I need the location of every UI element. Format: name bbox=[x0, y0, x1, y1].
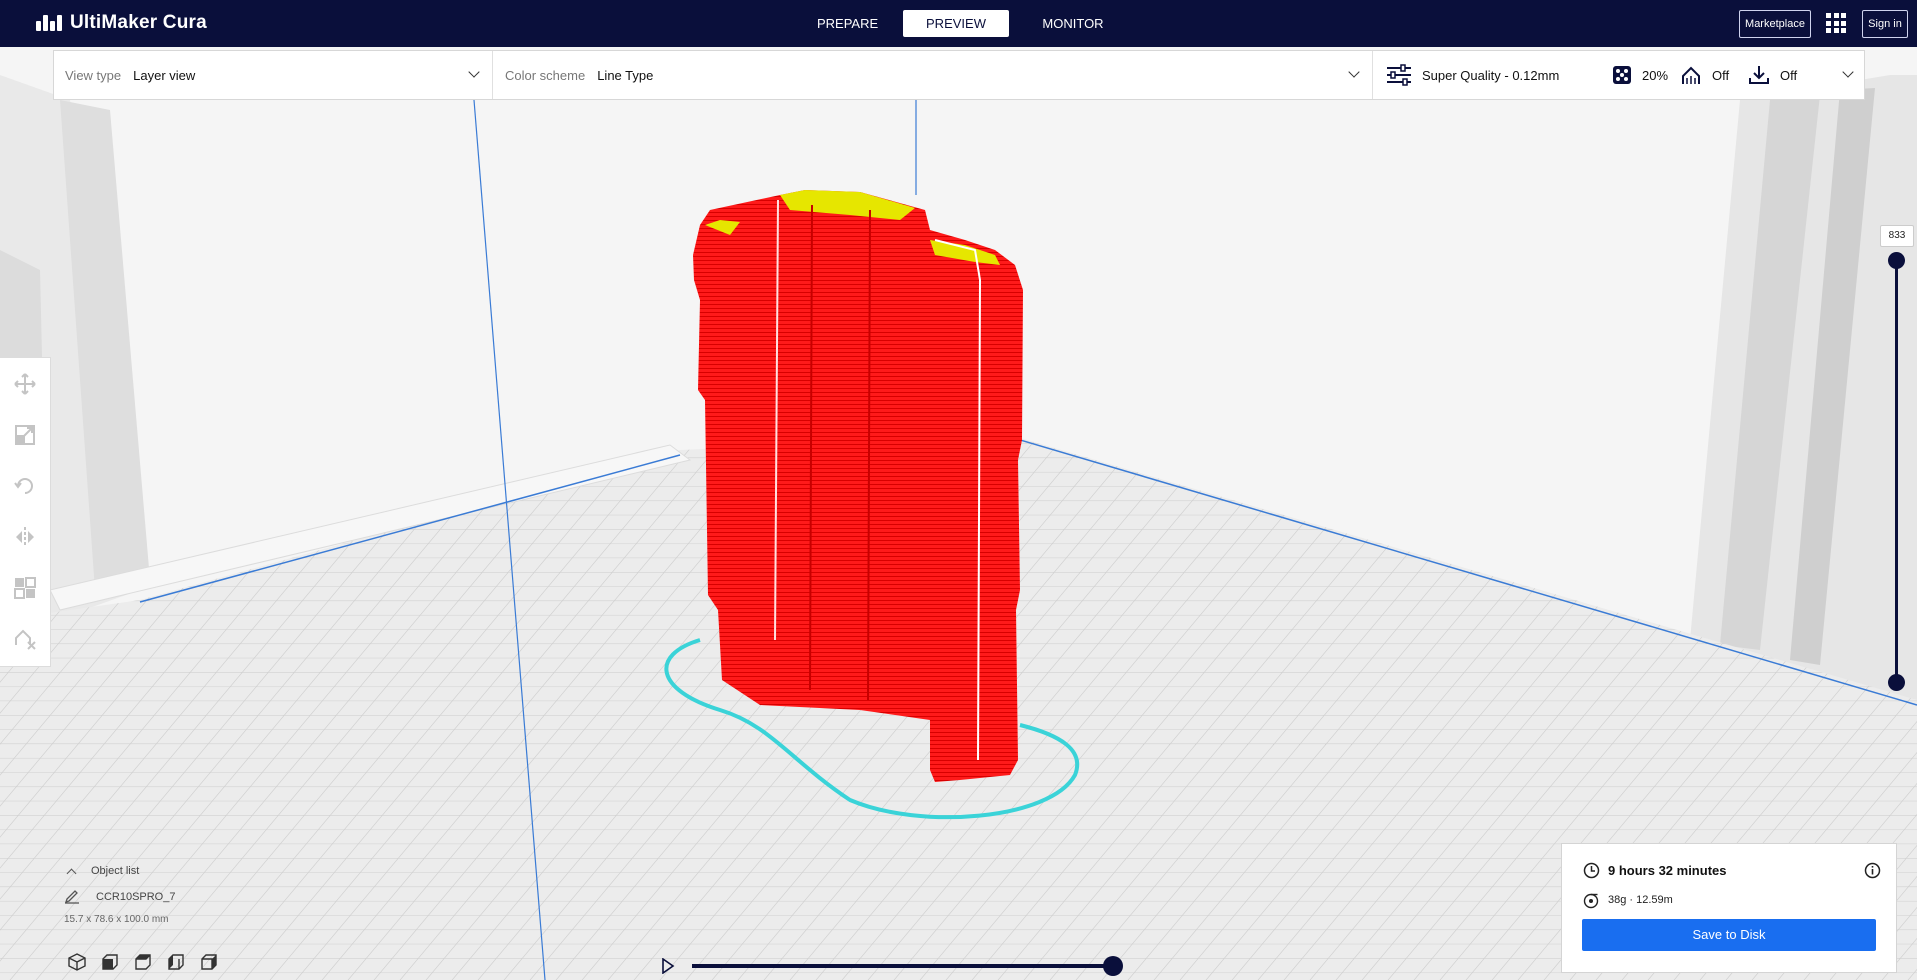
pencil-icon bbox=[64, 890, 79, 904]
infill-value: 20% bbox=[1642, 67, 1669, 83]
top-bar: UltiMaker Cura PREPARE PREVIEW MONITOR M… bbox=[0, 0, 1917, 47]
object-list: Object list CCR10SPRO_7 15.7 x 78.6 x 10… bbox=[64, 862, 175, 925]
object-list-toggle[interactable]: Object list bbox=[64, 862, 175, 880]
move-icon[interactable] bbox=[13, 372, 37, 396]
adhesion-value: Off bbox=[1780, 67, 1798, 83]
support-icon bbox=[1682, 66, 1700, 84]
sliders-icon bbox=[1387, 64, 1411, 86]
tool-panel bbox=[0, 357, 51, 667]
camera-view-buttons bbox=[67, 952, 219, 972]
apps-grid-icon[interactable] bbox=[1826, 13, 1846, 33]
marketplace-button[interactable]: Marketplace bbox=[1739, 10, 1811, 38]
scale-icon[interactable] bbox=[13, 423, 37, 447]
support-blocker-icon[interactable] bbox=[13, 627, 37, 651]
view-type-dropdown[interactable]: View type Layer view bbox=[65, 51, 485, 99]
color-scheme-value: Line Type bbox=[597, 67, 654, 83]
print-settings-panel[interactable]: Super Quality - 0.12mm 20% Off Off bbox=[1386, 51, 1866, 99]
rotate-icon[interactable] bbox=[13, 474, 37, 498]
view-type-value: Layer view bbox=[133, 67, 196, 83]
clock-icon bbox=[1583, 862, 1600, 879]
view-front-icon[interactable] bbox=[100, 952, 120, 972]
object-name: CCR10SPRO_7 bbox=[96, 891, 176, 903]
view-settings-bar: View type Layer view Color scheme Line T… bbox=[53, 50, 1865, 100]
layer-slider-track[interactable] bbox=[1895, 259, 1898, 684]
sliced-model bbox=[693, 190, 1023, 782]
layer-slider-upper-handle[interactable] bbox=[1888, 252, 1905, 269]
filament-spool-icon bbox=[1583, 893, 1599, 909]
info-icon[interactable] bbox=[1864, 862, 1881, 879]
simulation-slider-track[interactable] bbox=[692, 964, 1114, 968]
view-type-label: View type bbox=[65, 67, 122, 83]
view-3d-icon[interactable] bbox=[67, 952, 87, 972]
mirror-icon[interactable] bbox=[13, 525, 37, 549]
save-to-disk-button[interactable]: Save to Disk bbox=[1582, 919, 1876, 951]
per-model-settings-icon[interactable] bbox=[13, 576, 37, 600]
stage-tabs: PREPARE PREVIEW MONITOR bbox=[0, 10, 1917, 37]
infill-icon bbox=[1613, 66, 1631, 84]
chevron-up-icon bbox=[66, 868, 77, 878]
material-estimate: 38g · 12.59m bbox=[1608, 894, 1673, 906]
color-scheme-dropdown[interactable]: Color scheme Line Type bbox=[505, 51, 905, 99]
tab-monitor[interactable]: MONITOR bbox=[1028, 10, 1118, 37]
sign-in-button[interactable]: Sign in bbox=[1862, 10, 1908, 38]
color-scheme-label: Color scheme bbox=[505, 67, 586, 83]
view-left-icon[interactable] bbox=[166, 952, 186, 972]
print-time: 9 hours 32 minutes bbox=[1608, 863, 1727, 878]
quality-profile: Super Quality - 0.12mm bbox=[1422, 67, 1560, 83]
tab-preview[interactable]: PREVIEW bbox=[903, 10, 1009, 37]
play-icon[interactable] bbox=[661, 958, 675, 974]
layer-slider-lower-handle[interactable] bbox=[1888, 674, 1905, 691]
object-list-item[interactable]: CCR10SPRO_7 bbox=[64, 888, 175, 906]
simulation-slider-handle[interactable] bbox=[1103, 956, 1123, 976]
layer-number-input[interactable]: 833 bbox=[1880, 225, 1914, 247]
support-value: Off bbox=[1712, 67, 1730, 83]
tab-prepare[interactable]: PREPARE bbox=[803, 10, 891, 37]
divider bbox=[1372, 51, 1373, 99]
chevron-down-icon[interactable] bbox=[1348, 66, 1360, 78]
divider bbox=[492, 51, 493, 99]
adhesion-icon bbox=[1749, 66, 1769, 84]
print-info-panel: 9 hours 32 minutes 38g · 12.59m Save to … bbox=[1561, 843, 1897, 973]
build-plate-viewport[interactable] bbox=[0, 47, 1917, 980]
object-dimensions: 15.7 x 78.6 x 100.0 mm bbox=[64, 914, 169, 925]
view-top-icon[interactable] bbox=[133, 952, 153, 972]
object-list-header: Object list bbox=[91, 865, 140, 877]
view-right-icon[interactable] bbox=[199, 952, 219, 972]
